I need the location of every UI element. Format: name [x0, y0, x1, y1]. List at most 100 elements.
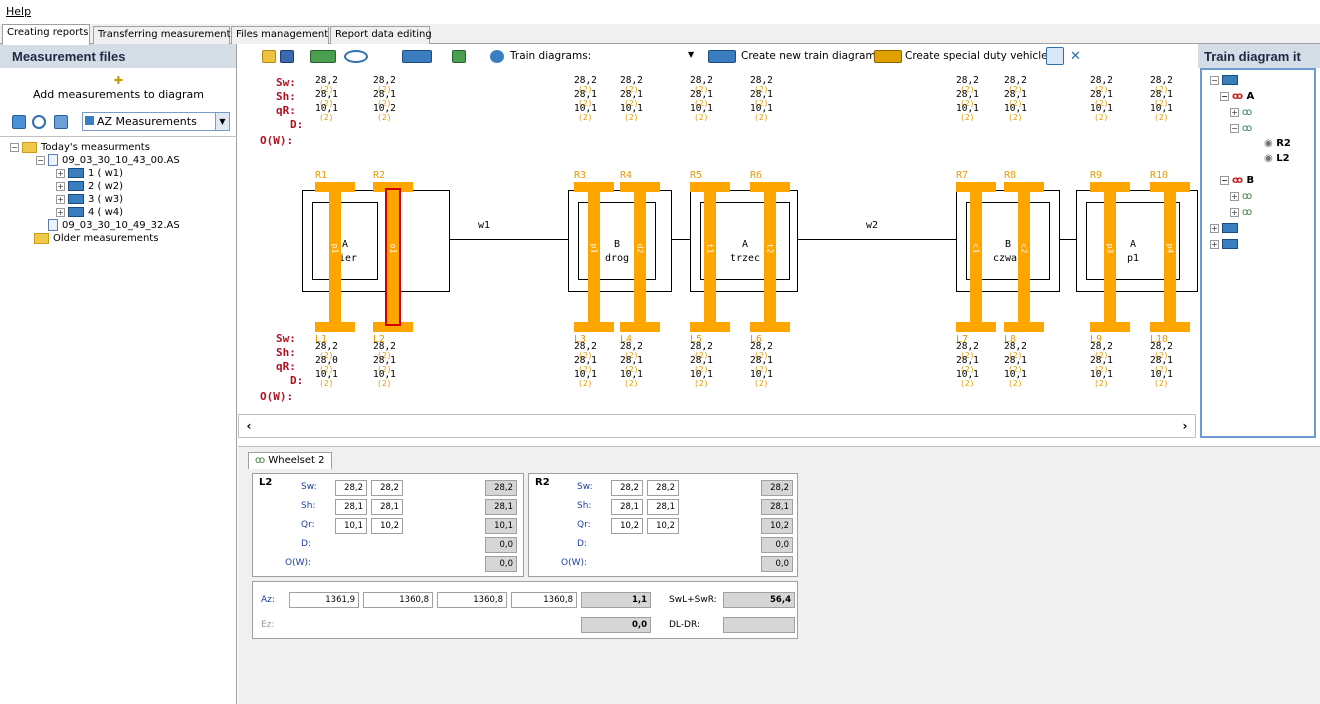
tree-root[interactable]: −: [1210, 74, 1242, 87]
gear-icon[interactable]: [490, 50, 504, 63]
tree-car-a[interactable]: − ꝏ A: [1220, 90, 1254, 103]
measure-value: 28,1: [620, 89, 643, 100]
measurement-type-select[interactable]: AZ Measurements ▼: [82, 112, 230, 131]
measure-value: 28,1: [647, 499, 679, 515]
tree-item-file1[interactable]: − 09_03_30_10_43_00.AS: [36, 154, 180, 167]
expand-icon[interactable]: +: [56, 168, 65, 178]
menu-help[interactable]: Help: [6, 5, 31, 18]
tab-wheelset-2[interactable]: ꝏ Wheelset 2: [248, 452, 332, 469]
collapse-icon[interactable]: −: [1220, 175, 1229, 185]
row-label-d: D:: [290, 118, 304, 131]
tree-wheelset-3[interactable]: + ꝏ: [1230, 190, 1252, 203]
tab-report-data-editing[interactable]: Report data editing: [330, 26, 432, 44]
axle-label-r: R3: [574, 170, 587, 181]
tree-train-2[interactable]: +: [1210, 222, 1242, 235]
tree-item-file2[interactable]: 09_03_30_10_49_32.AS: [48, 219, 180, 232]
tree-item-older[interactable]: Older measurements: [34, 232, 158, 245]
expand-icon[interactable]: +: [56, 194, 65, 204]
wheelset-axle[interactable]: [704, 190, 716, 324]
tree-wheelset-1[interactable]: + ꝏ: [1230, 106, 1252, 119]
wheelset-axle[interactable]: [329, 190, 341, 324]
expand-icon[interactable]: +: [1230, 191, 1239, 201]
tree-item-w4[interactable]: +4 ( w4): [56, 206, 123, 219]
add-measurements-button[interactable]: ✚ Add measurements to diagram: [0, 75, 237, 108]
measure-label: Qr:: [577, 520, 591, 530]
tree-item-label: R2: [1276, 138, 1291, 149]
expand-icon[interactable]: +: [1230, 107, 1239, 117]
create-new-train-diagram-button[interactable]: Create new train diagram: [741, 50, 876, 62]
tree-wheel-l2[interactable]: ◉ L2: [1264, 152, 1290, 165]
measure-value: 28,1: [1150, 89, 1173, 100]
train-icon: [1222, 75, 1238, 85]
chevron-down-icon[interactable]: ▼: [215, 113, 229, 130]
measure-value: 10,1: [956, 103, 979, 114]
az-value-2: 1360,8: [363, 592, 433, 608]
tools-icon[interactable]: ✕: [1070, 50, 1084, 63]
wheelset-axle[interactable]: [764, 190, 776, 324]
refresh-icon[interactable]: [12, 115, 26, 129]
tree-item-label: 2 ( w2): [88, 181, 124, 192]
expand-icon[interactable]: +: [56, 181, 65, 191]
train-diagrams-dropdown[interactable]: ▼: [688, 50, 694, 59]
wheelset-axle[interactable]: [970, 190, 982, 324]
wheelset-axle[interactable]: [634, 190, 646, 324]
collapse-icon[interactable]: −: [1220, 91, 1229, 101]
measure-icon[interactable]: [344, 50, 368, 63]
expand-icon[interactable]: +: [1210, 223, 1219, 233]
measure-value: 28,2: [1090, 341, 1113, 352]
row-label-qr: qR:: [276, 104, 296, 117]
expand-icon[interactable]: +: [1230, 207, 1239, 217]
tab-creating-reports[interactable]: Creating reports: [2, 24, 90, 45]
train-icon: [68, 194, 84, 204]
bogie-icon: ꝏ: [1232, 91, 1247, 102]
tree-item-w3[interactable]: +3 ( w3): [56, 193, 123, 206]
collapse-icon[interactable]: −: [1230, 123, 1239, 133]
create-special-vehicle-button[interactable]: Create special duty vehicle: [905, 50, 1048, 62]
wheelset-axle[interactable]: [1104, 190, 1116, 324]
axle-label-r: R7: [956, 170, 969, 181]
filter-icon[interactable]: [54, 115, 68, 129]
axle-side-label: p3: [1105, 243, 1115, 254]
search-icon[interactable]: [32, 115, 46, 129]
measure-value: 10,1: [1150, 369, 1173, 380]
row-label-sw: Sw:: [276, 332, 296, 345]
scroll-right-icon[interactable]: ›: [1175, 415, 1195, 437]
expand-icon[interactable]: +: [1210, 239, 1219, 249]
car-icon[interactable]: [452, 50, 466, 63]
wheelset-axle[interactable]: [1164, 190, 1176, 324]
measure-value: 0,0: [761, 537, 793, 553]
collapse-icon[interactable]: −: [10, 142, 19, 152]
tab-transferring-measurements[interactable]: Transferring measurements: [93, 26, 236, 44]
collapse-icon[interactable]: −: [36, 155, 45, 165]
collapse-icon[interactable]: −: [1210, 75, 1219, 85]
tree-wheelset-4[interactable]: + ꝏ: [1230, 206, 1252, 219]
tree-item-label: 4 ( w4): [88, 207, 124, 218]
tree-wheel-r2[interactable]: ◉ R2: [1264, 137, 1291, 150]
expand-icon[interactable]: +: [56, 207, 65, 217]
wheelset-icon[interactable]: [310, 50, 336, 63]
wheelset-axle-selected[interactable]: [385, 188, 401, 326]
tree-wheelset-2[interactable]: − ꝏ: [1230, 122, 1252, 135]
tree-item-w1[interactable]: +1 ( w1): [56, 167, 123, 180]
tree-item-w2[interactable]: +2 ( w2): [56, 180, 123, 193]
tree-train-3[interactable]: +: [1210, 238, 1242, 251]
tree-item-todays[interactable]: − Today's measurments: [10, 141, 150, 154]
axle-label-r: R8: [1004, 170, 1017, 181]
scroll-left-icon[interactable]: ‹: [239, 415, 259, 437]
tree-car-b[interactable]: − ꝏ B: [1220, 174, 1254, 187]
save-icon[interactable]: [280, 50, 294, 63]
wheelset-axle[interactable]: [1018, 190, 1030, 324]
measure-count: (2): [1154, 379, 1169, 388]
open-icon[interactable]: [262, 50, 276, 63]
new-train-icon: [708, 50, 736, 63]
list-settings-icon[interactable]: [1046, 47, 1064, 65]
wheelset-axle[interactable]: [588, 190, 600, 324]
diagram-scrollbar[interactable]: ‹ ›: [238, 414, 1196, 438]
tab-files-management[interactable]: Files management: [231, 26, 329, 44]
tree-item-label: 09_03_30_10_49_32.AS: [62, 220, 180, 231]
train-icon[interactable]: [402, 50, 432, 63]
measure-value: 28,2: [956, 75, 979, 86]
measure-value: 28,2: [611, 480, 643, 496]
measure-label: Qr:: [301, 520, 315, 530]
az-value-4: 1360,8: [511, 592, 577, 608]
